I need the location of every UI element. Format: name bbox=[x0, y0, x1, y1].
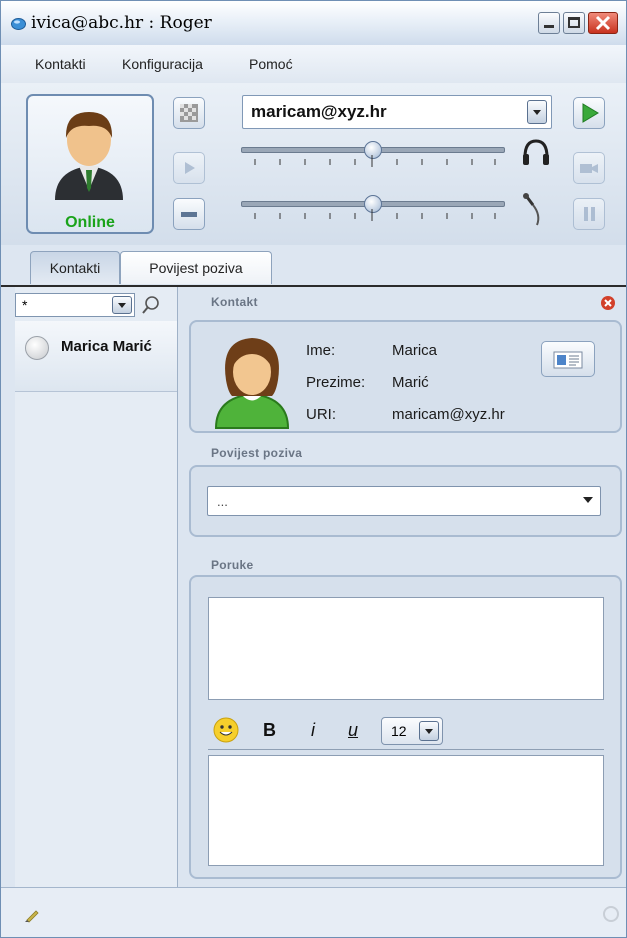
last-name-value: Marić bbox=[392, 374, 429, 391]
chevron-down-icon bbox=[425, 729, 433, 734]
vcard-button[interactable] bbox=[541, 341, 595, 377]
contact-select[interactable]: maricam@xyz.hr bbox=[242, 95, 552, 129]
filter-value: * bbox=[22, 297, 28, 313]
video-button[interactable] bbox=[573, 152, 605, 184]
tab-label: Kontakti bbox=[49, 260, 101, 276]
main-window: ivica@abc.hr : Roger Kontakti Konfigurac… bbox=[0, 0, 627, 938]
tab-povijest-poziva[interactable]: Povijest poziva bbox=[120, 251, 272, 284]
call-history-value: ... bbox=[217, 494, 228, 509]
phone-icon bbox=[11, 18, 26, 30]
font-size-select[interactable]: 12 bbox=[381, 717, 443, 745]
tab-bar: Kontakti Povijest poziva bbox=[1, 245, 626, 287]
call-button[interactable] bbox=[573, 97, 605, 129]
close-button[interactable] bbox=[588, 12, 618, 34]
toolbar: Online maricam@xyz.hr bbox=[1, 83, 626, 246]
filter-dropdown-button[interactable] bbox=[112, 296, 132, 314]
user-avatar-icon bbox=[55, 112, 123, 200]
chevron-down-icon bbox=[118, 303, 126, 308]
uri-value: maricam@xyz.hr bbox=[392, 406, 505, 423]
video-camera-icon bbox=[580, 164, 598, 173]
hangup-button[interactable] bbox=[173, 198, 205, 230]
forward-button[interactable] bbox=[173, 152, 205, 184]
minimize-button[interactable] bbox=[538, 12, 560, 34]
status-label: Online bbox=[65, 214, 115, 231]
edit-pencil-icon[interactable] bbox=[23, 906, 41, 924]
first-name-label: Ime: bbox=[306, 342, 336, 359]
contact-name: Marica Marić bbox=[61, 338, 152, 355]
message-history-area[interactable] bbox=[208, 597, 604, 700]
call-history-combo[interactable]: ... bbox=[207, 486, 601, 516]
pause-icon bbox=[584, 207, 595, 221]
minus-icon bbox=[181, 212, 197, 217]
mic-volume-slider[interactable] bbox=[241, 195, 505, 223]
divider bbox=[208, 749, 604, 750]
font-size-value: 12 bbox=[391, 723, 407, 739]
menu-konfiguracija[interactable]: Konfiguracija bbox=[122, 56, 203, 72]
window-title: ivica@abc.hr : Roger bbox=[31, 13, 212, 33]
chevron-down-icon[interactable] bbox=[580, 487, 596, 515]
font-size-dropdown-button[interactable] bbox=[419, 721, 439, 741]
presence-offline-icon bbox=[25, 336, 49, 360]
contact-section-title: Kontakt bbox=[211, 295, 258, 309]
status-bar bbox=[1, 887, 626, 937]
maximize-button[interactable] bbox=[563, 12, 585, 34]
menu-kontakti[interactable]: Kontakti bbox=[35, 56, 86, 72]
contact-avatar-icon bbox=[214, 338, 290, 429]
search-icon[interactable] bbox=[140, 294, 162, 316]
slider-ticks bbox=[254, 155, 496, 167]
italic-button[interactable]: i bbox=[311, 720, 315, 741]
forward-icon bbox=[185, 162, 195, 174]
contact-detail-pane: Kontakt Ime: Marica Prezime: Marić URI: … bbox=[178, 287, 626, 887]
first-name-value: Marica bbox=[392, 342, 438, 359]
pause-button[interactable] bbox=[573, 198, 605, 230]
connection-status-icon bbox=[603, 906, 619, 922]
contact-filter-combo[interactable]: * bbox=[15, 293, 135, 317]
tab-label: Povijest poziva bbox=[149, 260, 243, 276]
message-input[interactable] bbox=[208, 755, 604, 866]
business-card-icon bbox=[553, 351, 583, 369]
menu-bar: Kontakti Konfiguracija Pomoć bbox=[1, 45, 626, 84]
menu-pomoc[interactable]: Pomoć bbox=[249, 56, 293, 72]
smiley-icon[interactable] bbox=[211, 715, 241, 745]
speaker-volume-slider[interactable] bbox=[241, 141, 505, 169]
chevron-down-icon bbox=[533, 110, 541, 115]
dialpad-button[interactable] bbox=[173, 97, 205, 129]
title-bar: ivica@abc.hr : Roger bbox=[1, 1, 626, 46]
contact-dropdown-button[interactable] bbox=[527, 100, 547, 124]
microphone-icon bbox=[523, 193, 540, 226]
last-name-label: Prezime: bbox=[306, 374, 366, 391]
headphones-icon bbox=[523, 139, 549, 165]
underline-button[interactable]: u bbox=[348, 720, 358, 741]
close-icon bbox=[595, 15, 611, 31]
play-icon bbox=[582, 103, 599, 123]
status-button[interactable]: Online bbox=[26, 94, 154, 234]
tab-kontakti[interactable]: Kontakti bbox=[30, 251, 120, 284]
call-history-panel: ... bbox=[189, 465, 622, 537]
close-panel-icon[interactable] bbox=[600, 295, 616, 311]
messages-title: Poruke bbox=[211, 558, 254, 572]
contact-select-value: maricam@xyz.hr bbox=[251, 102, 387, 121]
messages-panel: B i u 12 bbox=[189, 575, 622, 879]
checker-icon bbox=[180, 104, 198, 122]
contact-info-panel: Ime: Marica Prezime: Marić URI: maricam@… bbox=[189, 320, 622, 433]
bold-button[interactable]: B bbox=[263, 720, 276, 741]
call-history-title: Povijest poziva bbox=[211, 446, 303, 460]
contact-list-item[interactable]: Marica Marić bbox=[15, 321, 177, 392]
slider-ticks bbox=[254, 209, 496, 221]
uri-label: URI: bbox=[306, 406, 336, 423]
